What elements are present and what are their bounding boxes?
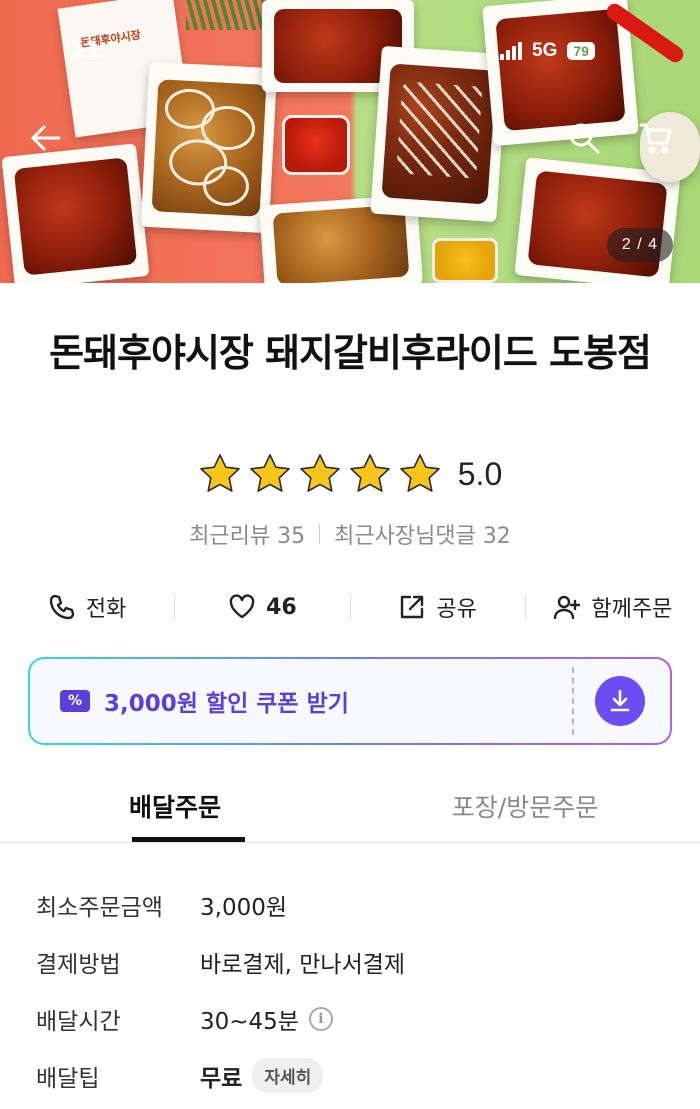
like-count: 46 — [266, 594, 297, 620]
coupon-label: 3,000원 할인 쿠폰 받기 — [104, 691, 349, 717]
star-icon — [299, 454, 340, 492]
info-value: 3,000원 — [200, 894, 288, 921]
group-order-button[interactable]: 함께주문 — [526, 584, 700, 630]
coupon-banner[interactable]: % 3,000원 할인 쿠폰 받기 — [28, 657, 672, 745]
info-label: 최소주문금액 — [36, 894, 163, 921]
network-type: 5G — [532, 40, 558, 61]
coupon-text-area[interactable]: % 3,000원 할인 쿠폰 받기 — [30, 684, 570, 718]
info-row-min-order: 최소주문금액 3,000원 — [36, 876, 676, 933]
info-label: 결제방법 — [36, 951, 121, 978]
food-tray — [1, 143, 150, 283]
star-icon — [249, 454, 290, 492]
coupon-download-button[interactable] — [570, 676, 670, 726]
tab-delivery[interactable]: 배달주문 — [0, 770, 350, 842]
detail-button[interactable]: 자세히 — [252, 1058, 324, 1093]
info-value: 바로결제, 만나서결제 — [200, 951, 406, 978]
review-summary: 최근리뷰 35 최근사장님댓글 32 — [0, 518, 700, 550]
info-row-payment: 결제방법 바로결제, 만나서결제 — [36, 933, 676, 990]
sauce-cup — [282, 115, 350, 175]
store-title: 돈돼후야시장 돼지갈비후라이드 도봉점 — [49, 331, 652, 375]
rating-value: 5.0 — [457, 455, 503, 492]
corn-cup — [432, 238, 498, 283]
info-label: 배달시간 — [36, 1008, 121, 1035]
divider — [319, 524, 321, 544]
order-type-tabs: 배달주문 포장/방문주문 — [0, 770, 700, 843]
group-order-label: 함께주문 — [591, 597, 673, 622]
info-row-delivery-time: 배달시간 30~45분 i — [36, 990, 676, 1047]
like-button[interactable]: 46 — [175, 584, 349, 630]
rating: 5.0 — [0, 452, 700, 496]
signal-icon — [500, 42, 522, 60]
coupon-divider — [572, 667, 574, 735]
arrow-left-icon — [31, 125, 61, 151]
star-icon — [349, 454, 390, 492]
tab-pickup[interactable]: 포장/방문주문 — [350, 770, 700, 842]
info-value-wrap: 무료 자세히 — [200, 1058, 324, 1093]
carousel-page-indicator: 2 / 4 — [607, 228, 673, 262]
info-value-wrap: 30~45분 i — [200, 1002, 333, 1036]
share-label: 공유 — [436, 597, 477, 622]
info-icon[interactable]: i — [308, 1006, 333, 1031]
search-icon — [569, 123, 600, 154]
back-button[interactable] — [24, 116, 68, 160]
cart-icon — [639, 123, 672, 154]
info-row-delivery-tip: 배달팁 무료 자세히 — [36, 1047, 676, 1104]
star-icon — [199, 454, 240, 492]
call-label: 전화 — [85, 597, 127, 622]
search-button[interactable] — [562, 116, 606, 160]
status-time: 11 — [70, 38, 101, 63]
heart-icon — [229, 594, 255, 619]
coupon-icon: % — [60, 690, 90, 712]
share-button[interactable]: 공유 — [351, 584, 525, 630]
star-icon — [399, 454, 440, 492]
hero-image-carousel[interactable]: 돈돼후야시장 11 5G 79 2 / 4 — [0, 0, 700, 283]
battery-icon: 79 — [567, 42, 595, 60]
owner-replies-link[interactable]: 최근사장님댓글 32 — [334, 518, 511, 550]
info-value: 30~45분 — [200, 1008, 299, 1035]
info-label: 배달팁 — [36, 1065, 100, 1092]
status-indicators: 5G 79 — [500, 40, 595, 62]
add-user-icon — [554, 595, 581, 620]
info-value: 무료 — [200, 1065, 243, 1092]
recent-reviews-link[interactable]: 최근리뷰 35 — [189, 518, 305, 550]
store-actions: 전화 46 공유 함께주문 — [0, 584, 700, 630]
share-icon — [401, 595, 424, 619]
delivery-info: 최소주문금액 3,000원 결제방법 바로결제, 만나서결제 배달시간 30~4… — [36, 876, 676, 1104]
call-button[interactable]: 전화 — [0, 584, 174, 630]
download-icon — [610, 689, 630, 712]
cart-button[interactable] — [634, 116, 678, 160]
phone-icon — [49, 594, 75, 620]
food-tray — [140, 61, 278, 234]
